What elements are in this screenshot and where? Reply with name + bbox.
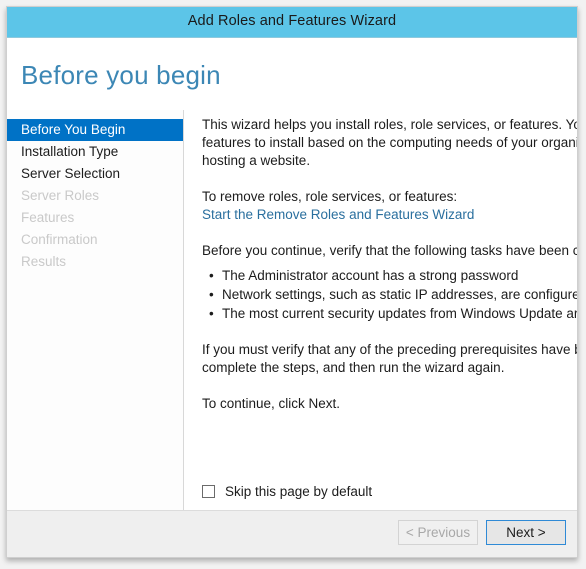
title-bar: Add Roles and Features Wizard [7,7,577,38]
sidebar-item-label: Before You Begin [21,122,126,137]
skip-page-row: Skip this page by default [202,484,372,499]
sidebar-item-label: Features [21,210,75,225]
sidebar-item-before-you-begin[interactable]: Before You Begin [7,119,183,141]
sidebar-item-label: Confirmation [21,232,98,247]
next-button[interactable]: Next > [486,520,566,545]
sidebar-item-label: Server Roles [21,188,100,203]
sidebar-item-server-selection[interactable]: Server Selection [7,163,183,185]
sidebar-item-confirmation: Confirmation [7,229,183,251]
footer-bar: < Previous Next > [7,510,577,557]
sidebar-item-label: Server Selection [21,166,121,181]
sidebar-item-server-roles: Server Roles [7,185,183,207]
sidebar-item-features: Features [7,207,183,229]
wizard-content: This wizard helps you install roles, rol… [185,110,577,510]
sidebar-item-installation-type[interactable]: Installation Type [7,141,183,163]
wizard-step-nav: Before You Begin Installation Type Serve… [7,110,184,510]
wizard-window: Add Roles and Features Wizard Before you… [6,6,578,558]
prerequisite-list: The Administrator account has a strong p… [202,266,577,323]
prereq-line-1: If you must verify that any of the prece… [202,342,577,357]
list-item: The Administrator account has a strong p… [209,266,577,285]
skip-page-label: Skip this page by default [225,484,373,499]
previous-button[interactable]: < Previous [398,520,478,545]
remove-roles-wizard-link[interactable]: Start the Remove Roles and Features Wiza… [202,206,577,224]
verify-prompt: Before you continue, verify that the fol… [202,243,577,258]
intro-line-1: This wizard helps you install roles, rol… [202,117,577,132]
window-title: Add Roles and Features Wizard [187,13,397,29]
wizard-body: Before You Begin Installation Type Serve… [7,110,577,510]
list-item: Network settings, such as static IP addr… [209,285,577,304]
intro-line-3: hosting a website. [202,153,311,168]
list-item: The most current security updates from W… [209,304,577,323]
remove-prompt: To remove roles, role services, or featu… [202,189,458,204]
page-title: Before you begin [21,60,221,90]
sidebar-item-results: Results [7,251,183,273]
prereq-line-2: complete the steps, and then run the wiz… [202,360,505,375]
continue-instruction: To continue, click Next. [202,396,341,411]
intro-line-2: features to install based on the computi… [202,135,577,150]
sidebar-item-label: Installation Type [21,144,119,159]
sidebar-item-label: Results [21,254,67,269]
skip-page-checkbox[interactable] [202,485,215,498]
